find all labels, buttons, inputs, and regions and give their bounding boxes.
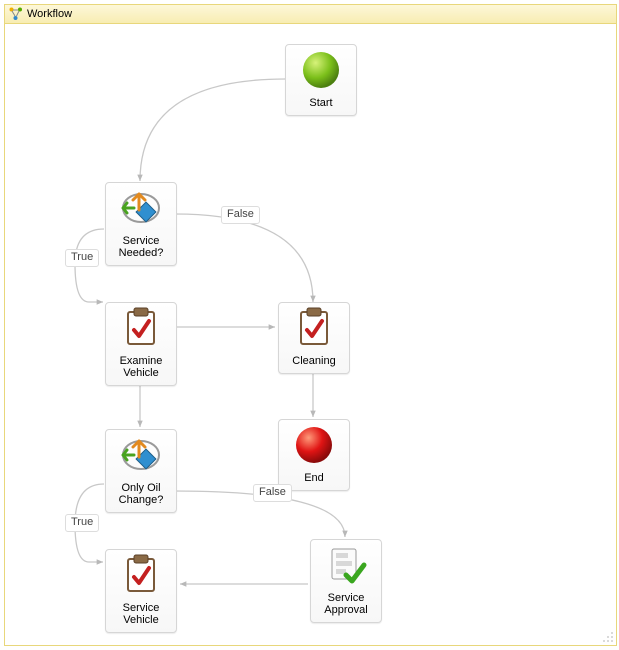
- edge-label-true: True: [65, 514, 99, 532]
- node-only-oil-change[interactable]: Only Oil Change?: [105, 429, 177, 513]
- workflow-icon: [9, 7, 23, 21]
- edge-label-false: False: [253, 484, 292, 502]
- approval-icon: [311, 540, 381, 590]
- node-end[interactable]: End: [278, 419, 350, 491]
- clipboard-check-icon: [106, 550, 176, 600]
- resize-grip-icon[interactable]: [602, 631, 614, 643]
- node-label: Service Vehicle: [106, 600, 176, 632]
- clipboard-check-icon: [279, 303, 349, 353]
- decision-icon: [106, 183, 176, 233]
- end-icon: [279, 420, 349, 470]
- node-service-approval[interactable]: Service Approval: [310, 539, 382, 623]
- node-label: Service Approval: [311, 590, 381, 622]
- panel-header: Workflow: [5, 5, 616, 24]
- panel-title: Workflow: [27, 5, 72, 23]
- node-cleaning[interactable]: Cleaning: [278, 302, 350, 374]
- node-label: Only Oil Change?: [106, 480, 176, 512]
- node-service-vehicle[interactable]: Service Vehicle: [105, 549, 177, 633]
- node-start[interactable]: Start: [285, 44, 357, 116]
- workflow-panel: Workflow: [4, 4, 617, 646]
- node-label: Service Needed?: [106, 233, 176, 265]
- workflow-canvas[interactable]: Start Service Needed?: [5, 24, 616, 645]
- node-label: Start: [286, 95, 356, 115]
- node-examine-vehicle[interactable]: Examine Vehicle: [105, 302, 177, 386]
- decision-icon: [106, 430, 176, 480]
- edge-label-false: False: [221, 206, 260, 224]
- node-label: Examine Vehicle: [106, 353, 176, 385]
- start-icon: [286, 45, 356, 95]
- node-service-needed[interactable]: Service Needed?: [105, 182, 177, 266]
- edge-label-true: True: [65, 249, 99, 267]
- node-label: Cleaning: [279, 353, 349, 373]
- clipboard-check-icon: [106, 303, 176, 353]
